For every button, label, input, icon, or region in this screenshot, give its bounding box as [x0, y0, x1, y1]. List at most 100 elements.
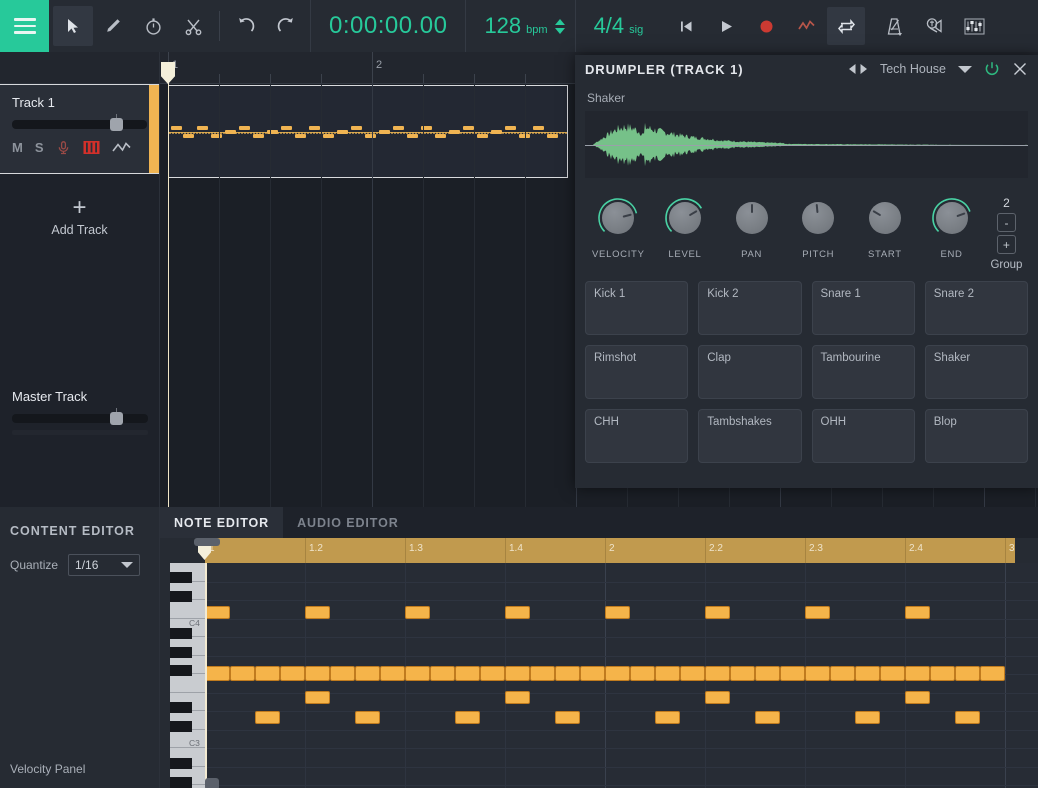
- time-display-segment[interactable]: 0:00:00.00: [310, 0, 465, 52]
- piano-roll-note[interactable]: [330, 666, 355, 681]
- piano-black-key[interactable]: [170, 777, 192, 788]
- knob-pan[interactable]: PAN: [718, 196, 785, 260]
- piano-roll-note[interactable]: [855, 711, 880, 724]
- tab-audio-editor[interactable]: AUDIO EDITOR: [283, 507, 413, 538]
- scissors-tool[interactable]: [173, 6, 213, 46]
- piano-roll-note[interactable]: [205, 666, 230, 681]
- go-to-start-button[interactable]: [667, 7, 705, 45]
- piano-roll-note[interactable]: [205, 606, 230, 619]
- solo-button[interactable]: S: [35, 140, 44, 155]
- piano-roll-note[interactable]: [480, 666, 505, 681]
- automation-button[interactable]: [111, 141, 131, 155]
- vertical-scroll-handle[interactable]: [205, 778, 219, 788]
- piano-roll-note[interactable]: [305, 666, 330, 681]
- duration-tool[interactable]: [133, 6, 173, 46]
- piano-roll-note[interactable]: [780, 666, 805, 681]
- piano-roll-note[interactable]: [255, 711, 280, 724]
- piano-roll-grid[interactable]: [205, 563, 1038, 788]
- triangle-right-icon[interactable]: [859, 63, 868, 75]
- master-volume-handle[interactable]: [110, 412, 123, 425]
- knob-dial[interactable]: [863, 196, 907, 240]
- track-volume-slider[interactable]: [12, 114, 147, 131]
- group-decrement-button[interactable]: -: [996, 213, 1016, 232]
- undo-button[interactable]: [226, 6, 266, 46]
- piano-roll-note[interactable]: [955, 666, 980, 681]
- drum-pad[interactable]: Rimshot: [585, 345, 689, 399]
- piano-roll-note[interactable]: [680, 666, 705, 681]
- knob-start[interactable]: START: [852, 196, 919, 260]
- piano-keyboard[interactable]: C4 C3: [170, 563, 205, 788]
- horizontal-scroll-handle[interactable]: [194, 538, 220, 546]
- time-signature-control[interactable]: 4/4 sig: [576, 13, 662, 39]
- track-name[interactable]: Track 1: [12, 95, 147, 110]
- drum-pad[interactable]: Snare 1: [811, 281, 915, 335]
- piano-roll-note[interactable]: [580, 666, 605, 681]
- piano-roll-note[interactable]: [505, 606, 530, 619]
- piano-roll-note[interactable]: [405, 606, 430, 619]
- piano-white-key[interactable]: [170, 600, 205, 619]
- piano-black-key[interactable]: [170, 647, 192, 658]
- bpm-value[interactable]: 128: [484, 13, 521, 39]
- piano-black-key[interactable]: [170, 665, 192, 676]
- piano-roll-playhead[interactable]: [205, 563, 207, 788]
- drum-pad[interactable]: OHH: [811, 409, 915, 463]
- drum-pad[interactable]: Shaker: [924, 345, 1028, 399]
- loop-button[interactable]: [827, 7, 866, 45]
- piano-roll-note[interactable]: [755, 666, 780, 681]
- piano-roll-note[interactable]: [905, 691, 930, 704]
- power-icon[interactable]: [984, 61, 1000, 77]
- piano-roll-note[interactable]: [980, 666, 1005, 681]
- redo-button[interactable]: [266, 6, 306, 46]
- piano-roll-note[interactable]: [905, 606, 930, 619]
- triangle-left-icon[interactable]: [848, 63, 857, 75]
- piano-roll-note[interactable]: [930, 666, 955, 681]
- pointer-tool[interactable]: [53, 6, 93, 46]
- drum-pad[interactable]: Kick 2: [698, 281, 802, 335]
- pencil-tool[interactable]: [93, 6, 133, 46]
- piano-roll-note[interactable]: [605, 606, 630, 619]
- piano-roll-note[interactable]: [355, 666, 380, 681]
- piano-roll-note[interactable]: [630, 666, 655, 681]
- piano-roll-note[interactable]: [305, 691, 330, 704]
- piano-black-key[interactable]: [170, 572, 192, 583]
- piano-roll-note[interactable]: [405, 666, 430, 681]
- metronome-button[interactable]: [875, 7, 913, 45]
- piano-roll-note[interactable]: [380, 666, 405, 681]
- bpm-control[interactable]: 128 bpm: [466, 13, 574, 39]
- record-button[interactable]: [747, 7, 785, 45]
- record-arm-button[interactable]: [56, 140, 71, 155]
- piano-roll-note[interactable]: [455, 711, 480, 724]
- piano-roll-note[interactable]: [755, 711, 780, 724]
- mixer-button[interactable]: [955, 7, 993, 45]
- chevron-down-icon[interactable]: [958, 65, 972, 73]
- piano-roll-note[interactable]: [230, 666, 255, 681]
- piano-roll-note[interactable]: [955, 711, 980, 724]
- knob-dial[interactable]: [596, 196, 640, 240]
- play-button[interactable]: [707, 7, 745, 45]
- piano-black-key[interactable]: [170, 702, 192, 713]
- piano-roll-note[interactable]: [830, 666, 855, 681]
- track-header-1[interactable]: Track 1 M S: [0, 84, 159, 174]
- piano-roll-note[interactable]: [605, 666, 630, 681]
- group-increment-button[interactable]: +: [996, 235, 1016, 254]
- preset-name[interactable]: Tech House: [880, 62, 946, 76]
- sample-waveform-display[interactable]: [585, 111, 1028, 178]
- piano-roll-note[interactable]: [655, 666, 680, 681]
- mute-button[interactable]: M: [12, 140, 23, 155]
- count-in-button[interactable]: [915, 7, 953, 45]
- piano-black-key[interactable]: [170, 721, 192, 732]
- automation-button[interactable]: [787, 7, 825, 45]
- knob-level[interactable]: LEVEL: [652, 196, 719, 260]
- arrangement-playhead[interactable]: [161, 62, 175, 507]
- hamburger-icon[interactable]: [0, 0, 49, 52]
- drum-pad[interactable]: Clap: [698, 345, 802, 399]
- knob-dial[interactable]: [796, 196, 840, 240]
- knob-end[interactable]: END: [918, 196, 985, 260]
- piano-white-key[interactable]: [170, 674, 205, 693]
- preset-nav[interactable]: [848, 63, 868, 75]
- piano-roll-note[interactable]: [705, 606, 730, 619]
- drum-pad[interactable]: Kick 1: [585, 281, 689, 335]
- knob-dial[interactable]: [730, 196, 774, 240]
- time-display[interactable]: 0:00:00.00: [311, 0, 465, 52]
- piano-roll-ruler[interactable]: 1 1.2 1.3 1.4 2 2.2 2.3 2.4 3: [205, 538, 1015, 563]
